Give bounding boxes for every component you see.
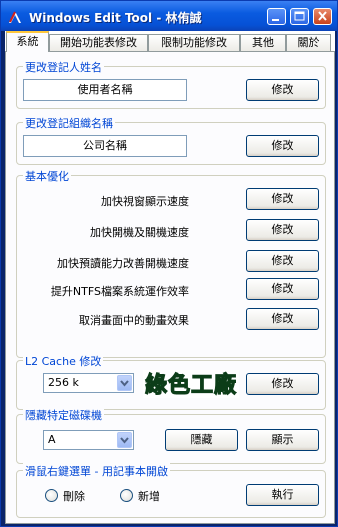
optimize-item-label: 加快預讀能力改善開機速度 [57,257,189,270]
drive-select[interactable]: A [43,430,134,450]
optimize-item-label: 加快視窗顯示速度 [101,195,189,208]
show-drive-button[interactable]: 顯示 [246,429,319,451]
cache-modify-button[interactable]: 修改 [246,373,319,395]
run-button[interactable]: 執行 [246,484,319,506]
optimize-prefetch-button[interactable]: 修改 [246,250,319,272]
radio-delete-label[interactable]: 刪除 [63,488,85,504]
app-window: Windows Edit Tool - 林侑誠 系統 開始功能表修改 限制功能修… [0,0,338,527]
green-factory-logo: 綠色工廠 [143,370,239,399]
optimize-boot-speed-button[interactable]: 修改 [246,219,319,241]
org-name-field[interactable]: 公司名稱 [23,135,187,157]
chevron-down-icon[interactable] [117,432,132,448]
drive-group-label: 隱藏特定磁碟機 [23,407,104,423]
minimize-button[interactable] [267,8,286,25]
maximize-button[interactable] [290,8,309,25]
radio-add-label[interactable]: 新增 [138,488,160,504]
cache-group-label: L2 Cache 修改 [23,353,104,369]
maximize-icon [294,11,305,21]
window-title: Windows Edit Tool - 林侑誠 [29,11,202,25]
chevron-down-icon[interactable] [117,375,132,391]
title-bar[interactable]: Windows Edit Tool - 林侑誠 [1,1,337,31]
cache-size-select[interactable]: 256 k [43,373,134,393]
tab-restrictions[interactable]: 限制功能修改 [148,34,240,51]
radio-add[interactable] [120,489,133,502]
tab-other[interactable]: 其他 [240,34,286,51]
logo-text: 綠色工廠 [145,372,237,398]
optimize-item-label: 提升NTFS檔案系統運作效率 [50,285,189,298]
optimize-item-label: 取消畫面中的動畫效果 [79,314,189,327]
red-pen-icon [9,11,21,23]
tab-start-menu[interactable]: 開始功能表修改 [49,34,148,51]
optimize-window-speed-button[interactable]: 修改 [246,188,319,210]
owner-name-field[interactable]: 使用者名稱 [23,79,187,101]
close-button[interactable] [313,8,332,25]
radio-delete[interactable] [45,489,58,502]
org-modify-button[interactable]: 修改 [246,135,319,157]
owner-modify-button[interactable]: 修改 [246,79,319,101]
cache-size-value: 256 k [48,376,79,389]
tab-strip: 系統 開始功能表修改 限制功能修改 其他 關於 [5,31,335,52]
owner-group-label: 更改登記人姓名 [23,59,104,75]
minimize-icon [272,19,279,21]
optimize-animation-button[interactable]: 修改 [246,308,319,330]
context-group-label: 滑鼠右鍵選單 - 用記事本開啟 [23,463,170,479]
tab-about[interactable]: 關於 [286,34,331,51]
org-group-label: 更改登記組織名稱 [23,115,115,131]
hide-drive-button[interactable]: 隱藏 [165,429,238,451]
close-icon [318,11,327,21]
optimize-item-label: 加快開機及關機速度 [90,226,189,239]
optimize-ntfs-button[interactable]: 修改 [246,278,319,300]
optimize-group-label: 基本優化 [23,168,71,184]
tab-system[interactable]: 系統 [6,31,49,52]
tab-panel-system: 更改登記人姓名 使用者名稱 修改 更改登記組織名稱 公司名稱 修改 基本優化 加… [5,51,335,524]
client-area: 系統 開始功能表修改 限制功能修改 其他 關於 更改登記人姓名 使用者名稱 修改… [5,31,335,524]
drive-value: A [48,433,56,446]
